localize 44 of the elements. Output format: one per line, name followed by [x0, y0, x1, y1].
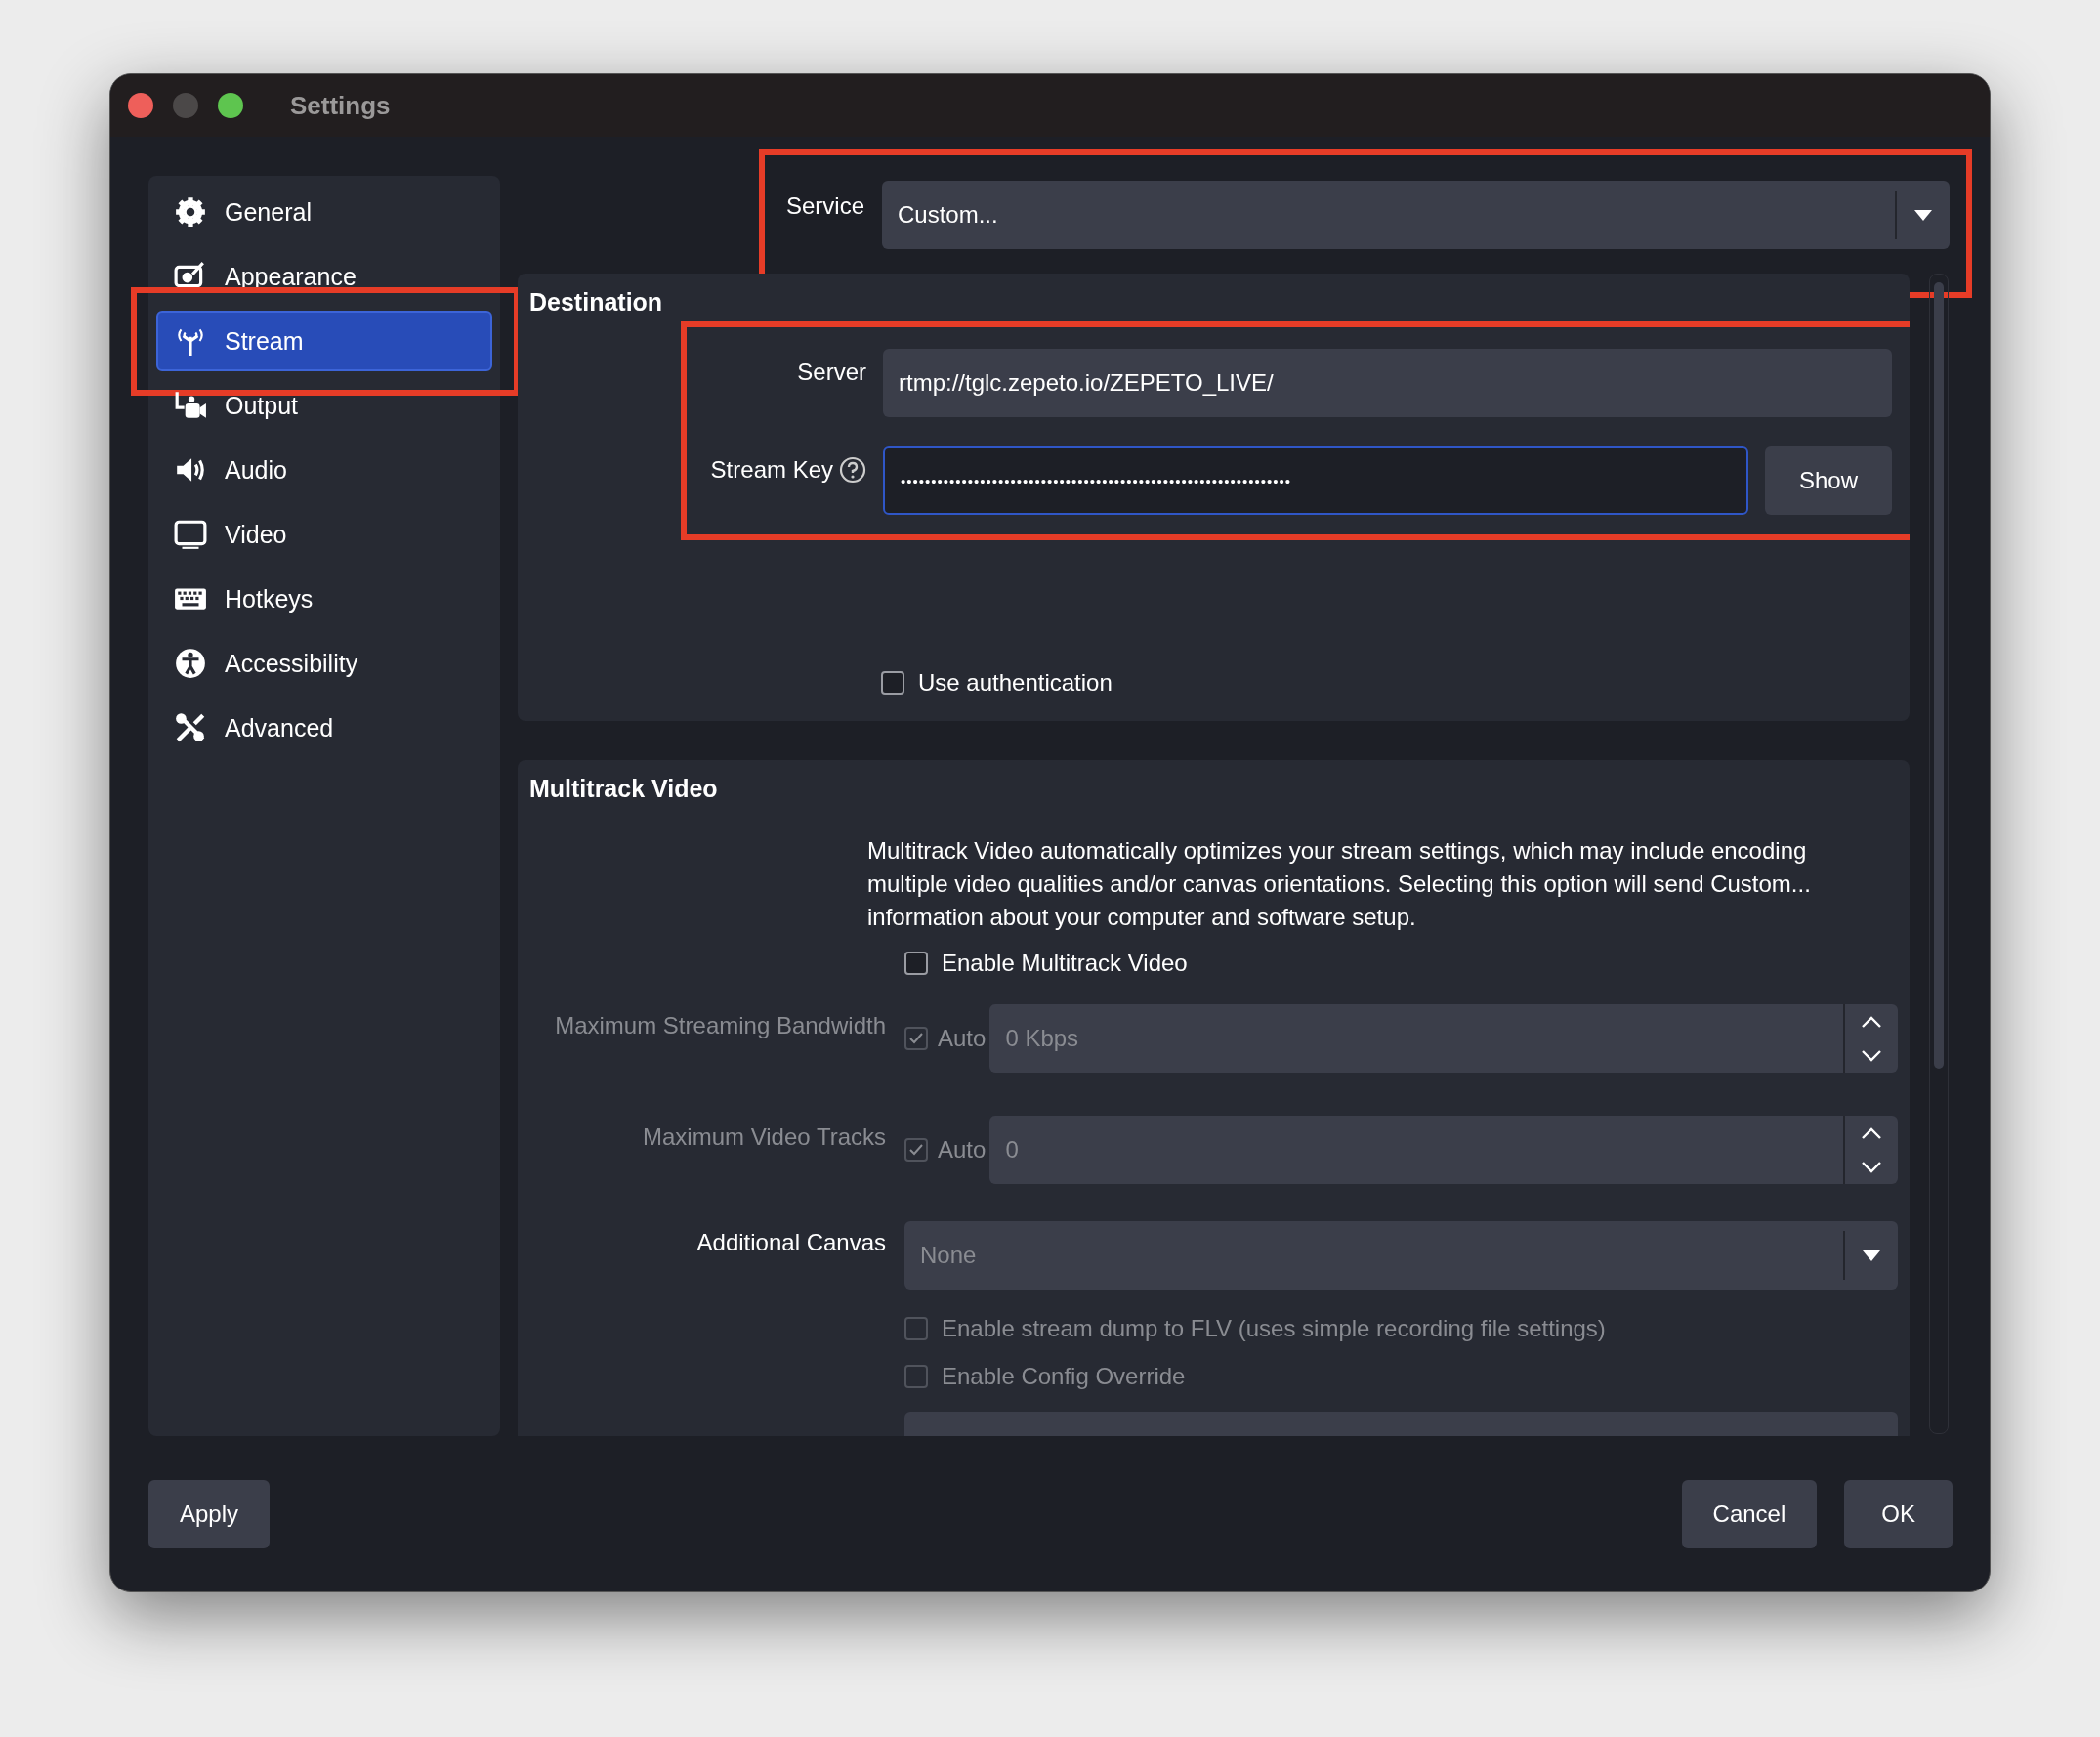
sidebar-item[interactable]: Video — [156, 504, 492, 565]
field-label: Service — [785, 191, 864, 220]
scrollbar[interactable] — [1929, 274, 1949, 1434]
show-button[interactable]: Show — [1765, 446, 1892, 515]
section-title: Multitrack Video — [529, 774, 719, 804]
gear-icon — [174, 195, 207, 229]
tools-icon — [174, 711, 207, 744]
checkbox-label: Auto — [938, 1025, 987, 1052]
sidebar-item[interactable]: Hotkeys — [156, 569, 492, 629]
field-label: Maximum Streaming Bandwidth — [554, 1011, 886, 1039]
checkbox[interactable] — [881, 671, 904, 695]
stream-key-field[interactable]: •••••••••••••••••••••••••••••••••••••••••••••••••••••••••••••••• — [883, 446, 1748, 515]
checkbox-label: Enable Config Override — [942, 1363, 1186, 1390]
apply-button[interactable]: Apply — [148, 1480, 271, 1548]
section-title: Destination — [529, 287, 664, 318]
close-button[interactable] — [128, 93, 153, 118]
monitor-icon — [174, 518, 207, 551]
checkbox-label: Enable stream dump to FLV (uses simple recording file settings) — [942, 1315, 1606, 1342]
sidebar-item[interactable]: Appearance — [156, 246, 492, 307]
window-title: Settings — [290, 90, 391, 121]
sidebar-item[interactable]: Audio — [156, 440, 492, 500]
sidebar-item[interactable]: General — [156, 182, 492, 242]
server-field[interactable]: rtmp://tglc.zepeto.io/ZEPETO_LIVE/ — [883, 349, 1892, 417]
sidebar-item[interactable]: Accessibility — [156, 633, 492, 694]
description-text: Multitrack Video automatically optimizes your stream settings, which may include encoding multiple video qualities and/or canvas orientations. Selecting this option will send Custom... information about your computer and software setup. — [867, 836, 1812, 932]
ok-button[interactable]: OK — [1844, 1480, 1953, 1548]
service-dropdown[interactable]: Custom... — [882, 181, 1950, 249]
checkbox-label: Use authentication — [918, 669, 1113, 697]
help-icon[interactable] — [839, 456, 866, 484]
sidebar-item[interactable]: Output — [156, 375, 492, 436]
field-label: Additional Canvas — [695, 1228, 886, 1256]
checkbox-label: Enable Multitrack Video — [942, 950, 1188, 977]
accessibility-icon — [174, 647, 207, 680]
field-label: Maximum Video Tracks — [642, 1123, 886, 1151]
dropdown-arrow-icon — [1863, 1250, 1880, 1261]
checkbox-label: Auto — [938, 1136, 987, 1164]
dropdown-arrow-icon — [1914, 209, 1932, 221]
cancel-button[interactable]: Cancel — [1681, 1480, 1818, 1548]
checkbox[interactable] — [904, 952, 928, 975]
field-label: Stream Key — [710, 456, 833, 484]
sidebar-item[interactable]: Stream — [156, 311, 492, 371]
zoom-button[interactable] — [218, 93, 243, 118]
sidebar-item[interactable]: Advanced — [156, 698, 492, 758]
field-label: Server — [796, 358, 866, 386]
